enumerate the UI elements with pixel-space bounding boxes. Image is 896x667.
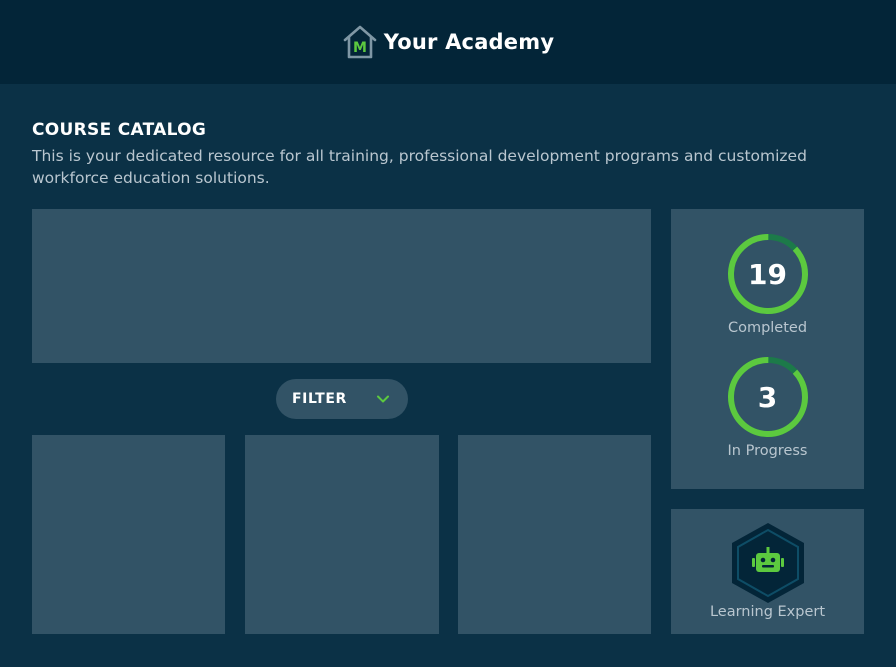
filter-label: FILTER xyxy=(292,391,347,407)
course-card[interactable] xyxy=(32,435,225,634)
completed-count: 19 xyxy=(748,257,787,291)
house-m-logo-icon: M xyxy=(343,25,377,59)
brand[interactable]: M Your Academy xyxy=(342,24,554,60)
course-card[interactable] xyxy=(245,435,439,634)
badge-label: Learning Expert xyxy=(709,604,826,620)
progress-stats-panel: 19 Completed 3 In Progress xyxy=(671,209,864,489)
in-progress-stat: 3 In Progress xyxy=(671,355,864,459)
course-card[interactable] xyxy=(458,435,651,634)
filter-button[interactable]: FILTER xyxy=(276,379,408,419)
in-progress-ring: 3 xyxy=(726,355,810,439)
page-description: This is your dedicated resource for all … xyxy=(32,147,807,187)
in-progress-label: In Progress xyxy=(727,443,808,459)
featured-course-banner[interactable] xyxy=(32,209,651,363)
in-progress-count: 3 xyxy=(757,380,778,414)
brand-mark: M xyxy=(353,40,367,56)
top-bar: M Your Academy xyxy=(0,0,896,84)
page-title: COURSE CATALOG xyxy=(32,120,207,140)
completed-label: Completed xyxy=(727,320,808,336)
chevron-down-icon xyxy=(377,395,389,403)
robot-icon xyxy=(732,523,804,603)
completed-ring: 19 xyxy=(726,232,810,316)
brand-name: Your Academy xyxy=(383,30,555,54)
completed-stat: 19 Completed xyxy=(671,232,864,336)
badge-panel[interactable]: Learning Expert xyxy=(671,509,864,634)
